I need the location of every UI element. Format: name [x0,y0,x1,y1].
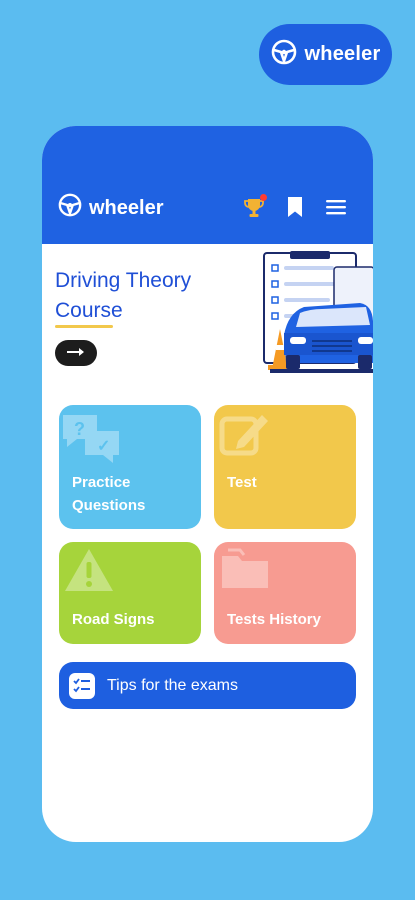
brand-name: wheeler [304,43,381,65]
svg-text:✓: ✓ [97,438,110,455]
edit-icon [218,409,272,468]
car-checklist-illustration [260,251,373,382]
course-title: Driving Theory Course [55,269,192,322]
title-underline [55,325,113,328]
start-course-button[interactable] [55,340,97,366]
trophy-icon[interactable] [242,194,267,225]
brand-badge: wheeler [259,24,392,85]
svg-text:?: ? [74,419,85,439]
tile-tests-history[interactable]: Tests History [214,542,356,644]
app-logo-text: wheeler [89,196,164,219]
steering-wheel-icon [58,193,82,223]
tile-practice-questions[interactable]: ? ✓ Practice Questions [59,405,201,529]
tile-label: Tests History [227,611,321,628]
bookmark-icon[interactable] [286,196,304,223]
checklist-icon [69,672,95,699]
steering-wheel-icon [271,39,297,71]
tile-label: Test [227,474,257,491]
tips-label: Tips for the exams [107,676,239,694]
tile-label: Practice Questions [72,474,146,514]
warning-icon [63,546,115,601]
phone-screen: wheeler Driving Theory Course ? ✓ Practi… [42,126,373,842]
notification-dot [260,194,267,201]
folder-icon [218,546,274,599]
arrow-right-icon [66,344,86,362]
menu-icon[interactable] [325,199,347,220]
tile-road-signs[interactable]: Road Signs [59,542,201,644]
tile-label: Road Signs [72,611,155,628]
app-header: wheeler [42,126,373,244]
tile-test[interactable]: Test [214,405,356,529]
app-logo[interactable]: wheeler [58,193,163,223]
tips-button[interactable]: Tips for the exams [59,662,356,709]
chat-question-icon: ? ✓ [59,409,123,472]
